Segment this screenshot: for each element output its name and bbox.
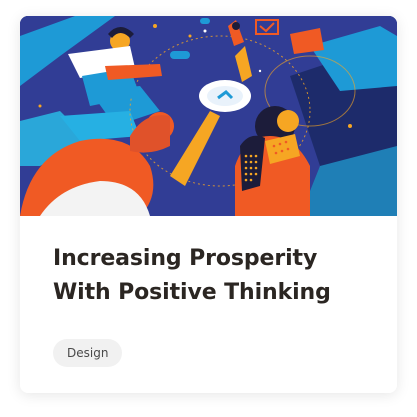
article-title-line-1[interactable]: Increasing Prosperity [53,242,373,276]
article-card[interactable]: Increasing Prosperity With Positive Thin… [20,16,397,393]
hero-illustration [20,16,397,216]
article-title[interactable]: Increasing Prosperity With Positive Thin… [53,242,373,310]
category-tag[interactable]: Design [53,339,123,367]
article-title-line-2[interactable]: With Positive Thinking [53,276,373,310]
